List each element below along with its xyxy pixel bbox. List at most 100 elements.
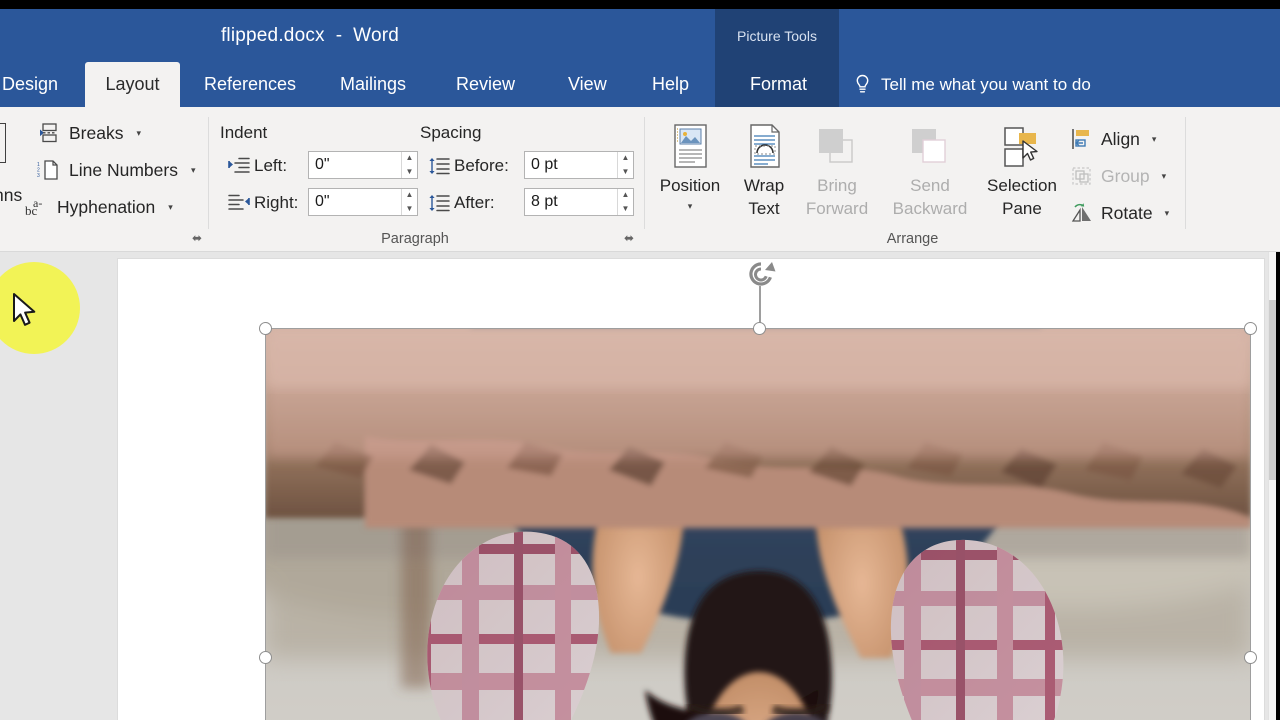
tell-me-label: Tell me what you want to do <box>881 74 1091 94</box>
rotate-icon <box>1070 202 1093 224</box>
mouse-pointer-icon <box>11 292 39 330</box>
resize-handle-top-left[interactable] <box>259 322 272 335</box>
indent-left-stepper[interactable]: ▲ ▼ <box>401 152 417 178</box>
chevron-down-icon[interactable]: ▾ <box>1162 171 1167 182</box>
contextual-tab-title: Picture Tools <box>715 9 839 62</box>
breaks-label: Breaks <box>69 122 124 143</box>
indent-right-icon <box>228 194 250 212</box>
line-numbers-label: Line Numbers <box>69 159 178 180</box>
ribbon-tab-strip: Design Layout References Mailings Review… <box>0 62 1280 107</box>
group-divider <box>208 117 209 229</box>
paragraph-dialog-launcher[interactable]: ⬌ <box>624 232 637 245</box>
breaks-button[interactable]: Breaks ▾ <box>36 116 141 150</box>
tab-help[interactable]: Help <box>640 62 701 107</box>
tab-layout[interactable]: Layout <box>85 62 180 107</box>
send-backward-button[interactable]: Send Backward <box>888 115 972 219</box>
document-image[interactable] <box>265 328 1251 720</box>
spacing-after-value: 8 pt <box>531 193 558 210</box>
indent-left-value: 0" <box>315 156 330 173</box>
lightbulb-icon <box>855 74 870 96</box>
resize-handle-top-right[interactable] <box>1244 322 1257 335</box>
group-icon <box>1070 165 1093 187</box>
title-bar: flipped.docx - Word Picture Tools <box>0 9 1280 62</box>
window-title: flipped.docx - Word <box>220 24 400 46</box>
position-label: Position <box>659 176 721 195</box>
hyphenation-label: Hyphenation <box>57 196 156 217</box>
tab-format[interactable]: Format <box>738 62 819 107</box>
resize-handle-top-center[interactable] <box>753 322 766 335</box>
chevron-down-icon[interactable]: ▾ <box>1152 134 1157 145</box>
bring-forward-label-2: Forward <box>805 199 869 218</box>
selection-pane-label-2: Pane <box>1002 199 1042 218</box>
tab-mailings[interactable]: Mailings <box>328 62 418 107</box>
spacing-before-label: Before: <box>454 156 509 175</box>
tab-design[interactable]: Design <box>0 62 70 107</box>
group-button[interactable]: Group ▾ <box>1070 160 1166 192</box>
spacing-after-label: After: <box>454 193 495 212</box>
tab-view[interactable]: View <box>556 62 619 107</box>
chevron-down-icon[interactable]: ▾ <box>1165 208 1170 219</box>
send-backward-label-1: Send <box>910 176 950 195</box>
flipped-photo <box>265 328 1251 720</box>
spacing-after-row: After: <box>428 193 495 213</box>
spacing-before-icon <box>428 157 450 175</box>
group-divider <box>644 117 645 229</box>
indent-right-input[interactable]: 0" ▲ ▼ <box>308 188 418 216</box>
indent-right-row: Right: <box>228 193 298 213</box>
columns-icon <box>0 123 6 163</box>
indent-left-icon <box>228 157 250 175</box>
wrap-text-icon <box>740 115 788 173</box>
send-backward-icon <box>906 115 954 173</box>
line-numbers-icon: 1 2 3 <box>36 159 60 181</box>
indent-right-label: Right: <box>254 193 299 212</box>
rotate-handle-icon[interactable] <box>742 258 778 290</box>
send-backward-label-2: Backward <box>892 199 968 218</box>
spacing-after-stepper[interactable]: ▲ ▼ <box>617 189 633 215</box>
tab-references[interactable]: References <box>192 62 308 107</box>
rotate-label: Rotate <box>1101 202 1153 223</box>
position-icon <box>666 115 714 173</box>
resize-handle-middle-right[interactable] <box>1244 651 1257 664</box>
tab-review[interactable]: Review <box>444 62 527 107</box>
indent-left-input[interactable]: 0" ▲ ▼ <box>308 151 418 179</box>
position-button[interactable]: Position ▾ <box>648 115 732 217</box>
group-label: Group <box>1101 165 1150 186</box>
screen-top-letterbox <box>0 0 1280 9</box>
indent-left-row: Left: <box>228 156 287 176</box>
spacing-before-value: 0 pt <box>531 156 558 173</box>
chevron-down-icon[interactable]: ▾ <box>191 165 196 176</box>
resize-handle-middle-left[interactable] <box>259 651 272 664</box>
rotate-button[interactable]: Rotate ▾ <box>1070 197 1169 229</box>
contextual-tab-title-label: Picture Tools <box>737 27 817 44</box>
bring-forward-button[interactable]: Bring Forward <box>795 115 879 219</box>
indent-section-title: Indent <box>220 123 268 142</box>
chevron-down-icon[interactable]: ▾ <box>168 202 173 213</box>
bring-forward-label-1: Bring <box>817 176 857 195</box>
align-button[interactable]: Align ▾ <box>1070 123 1156 155</box>
tell-me-box[interactable]: Tell me what you want to do <box>855 62 1091 107</box>
hyphenation-button[interactable]: bc a- Hyphenation ▾ <box>24 190 173 224</box>
wrap-text-button[interactable]: Wrap Text <box>722 115 806 219</box>
chevron-down-icon[interactable]: ▾ <box>688 196 693 217</box>
spacing-after-input[interactable]: 8 pt ▲ ▼ <box>524 188 634 216</box>
line-numbers-button[interactable]: 1 2 3 Line Numbers ▾ <box>36 153 195 187</box>
paragraph-group-label: Paragraph <box>381 231 449 247</box>
screen-right-letterbox <box>1276 252 1280 720</box>
page-setup-dialog-launcher[interactable]: ⬌ <box>192 232 205 245</box>
spacing-before-row: Before: <box>428 156 509 176</box>
spacing-before-stepper[interactable]: ▲ ▼ <box>617 152 633 178</box>
ribbon: nns Breaks ▾ 1 2 3 <box>0 107 1280 252</box>
arrange-group-label: Arrange <box>886 231 939 247</box>
svg-text:3: 3 <box>37 173 40 179</box>
selection-pane-label-1: Selection <box>987 176 1057 195</box>
spacing-after-icon <box>428 194 450 212</box>
spacing-before-input[interactable]: 0 pt ▲ ▼ <box>524 151 634 179</box>
indent-right-stepper[interactable]: ▲ ▼ <box>401 189 417 215</box>
spacing-section-title: Spacing <box>420 123 482 142</box>
columns-label: nns <box>0 185 23 205</box>
selection-pane-button[interactable]: Selection Pane <box>980 115 1064 219</box>
chevron-down-icon[interactable]: ▾ <box>136 128 141 139</box>
align-label: Align <box>1101 128 1140 149</box>
hyphenation-icon: bc a- <box>24 196 48 218</box>
group-divider <box>1185 117 1186 229</box>
